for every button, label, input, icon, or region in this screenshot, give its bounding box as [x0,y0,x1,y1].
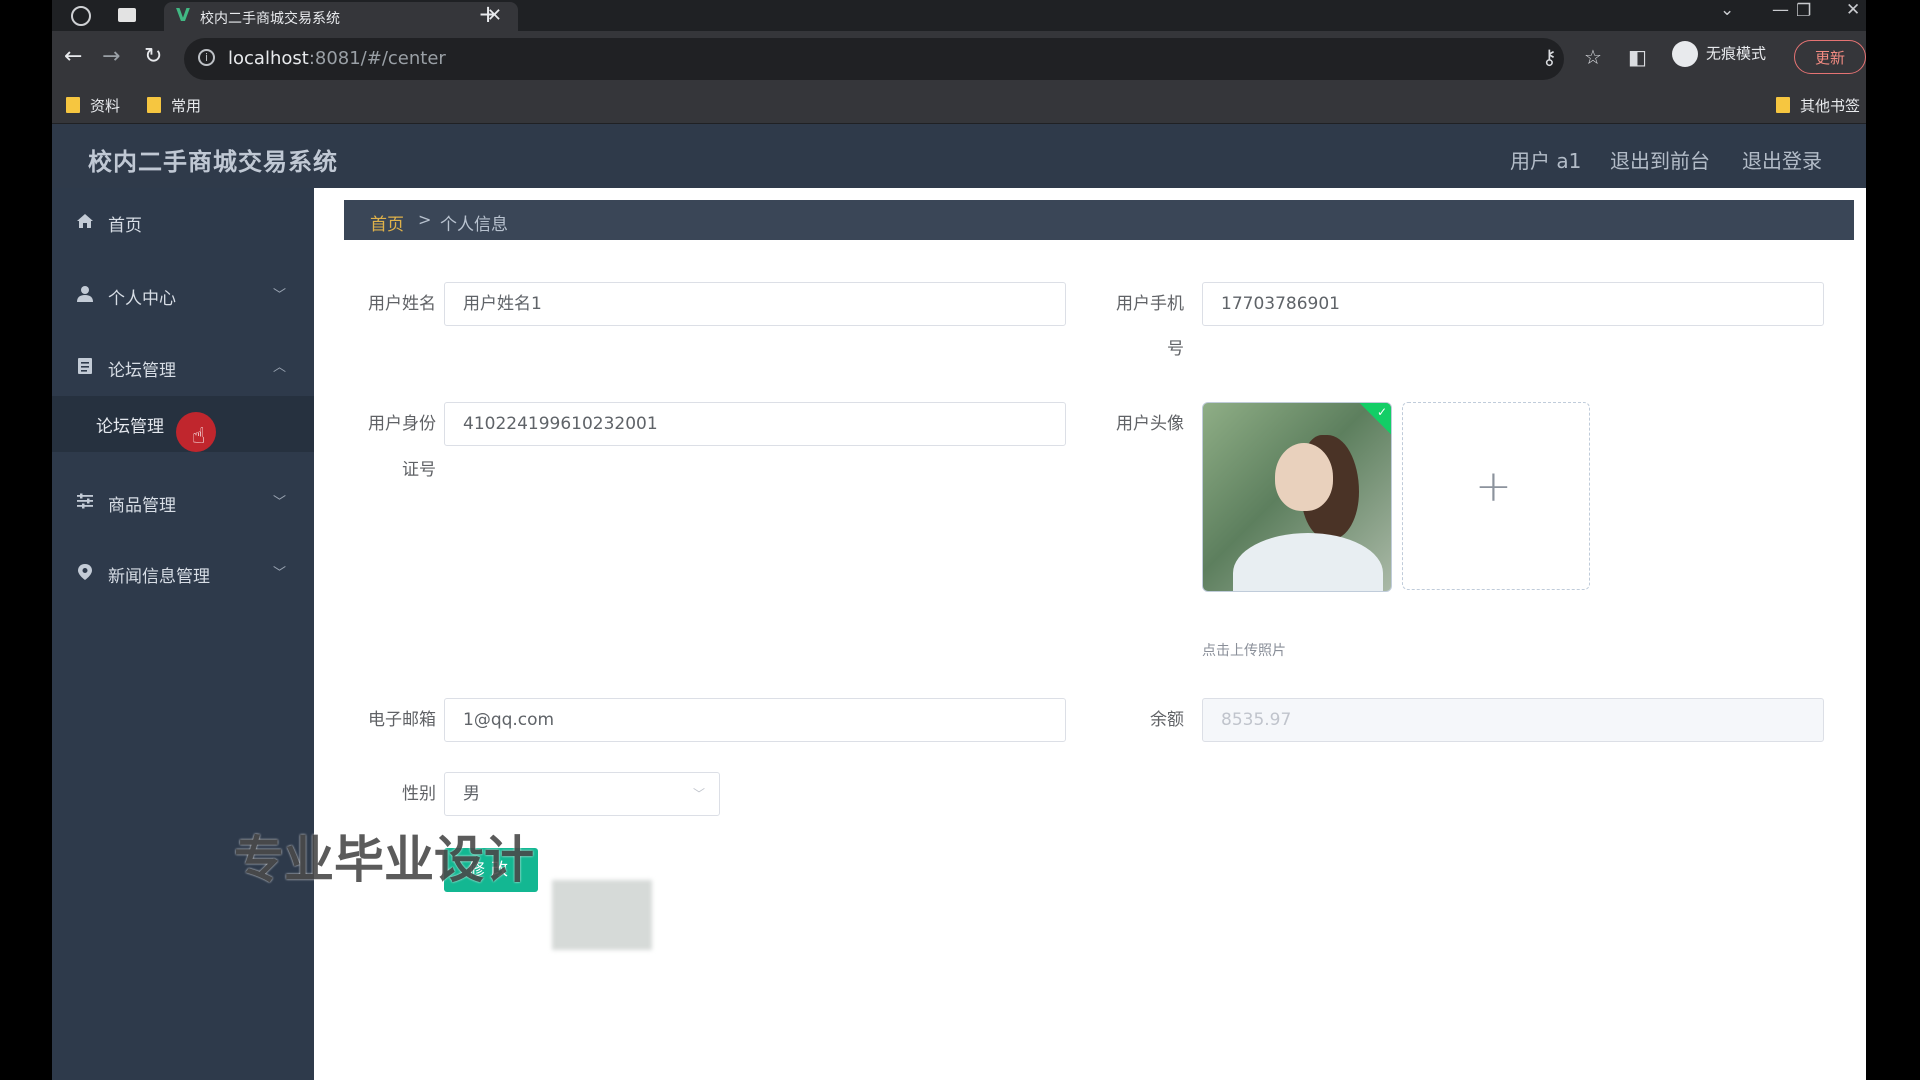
app-title: 校内二手商城交易系统 [88,148,338,176]
incognito-icon [1672,41,1698,67]
sidebar-item-news[interactable]: 新闻信息管理 ﹀ [52,549,314,599]
blurred-overlay [552,880,652,950]
phone-label-cont: 号 [1167,339,1184,359]
bookmarks-bar: 资料 常用 其他书签 [52,87,1866,124]
other-bookmarks[interactable]: 其他书签 [1776,95,1860,116]
bookmark-folder-changyong[interactable]: 常用 [147,95,201,116]
sidebar-item-label: 论坛管理 [108,361,176,381]
sidebar-item-forum[interactable]: 论坛管理 ︿ [52,343,314,393]
restore-icon[interactable]: ❐ [1796,1,1811,21]
incognito-indicator[interactable]: 无痕模式 [1672,41,1766,67]
breadcrumb: 首页 > 个人信息 [344,200,1854,240]
breadcrumb-home[interactable]: 首页 [370,210,404,235]
check-icon: ✓ [1376,405,1387,419]
main-content: 首页 > 个人信息 用户姓名 用户姓名1 用户手机 号 17703786901 … [314,188,1866,1080]
avatar-label: 用户头像 [1116,414,1184,434]
address-bar: ← → ↻ i localhost:8081/#/center ⚷ ☆ ◧ 无痕… [52,31,1866,87]
balance-field: 8535.97 [1202,698,1824,742]
name-field[interactable]: 用户姓名1 [444,282,1066,326]
gender-value: 男 [463,784,480,804]
submenu-item-label: 论坛管理 [96,417,164,437]
location-pin-icon [78,564,92,580]
chevron-up-icon: ︿ [272,360,286,375]
logout-link[interactable]: 退出登录 [1742,145,1822,174]
id-card-field[interactable]: 410224199610232001 [444,402,1066,446]
update-button[interactable]: 更新 [1794,40,1866,74]
id-card-label-cont: 证号 [402,460,436,480]
email-field[interactable]: 1@qq.com [444,698,1066,742]
browser-window: V 校内二手商城交易系统 ✕ + ⌄ — ❐ ✕ ← → ↻ i localho… [52,0,1866,1080]
vue-favicon-icon: V [176,5,190,26]
window-close-icon[interactable]: ✕ [1846,0,1860,20]
avatar-shoulders [1233,533,1383,591]
folder-icon [1776,97,1790,113]
sidebar-item-label: 首页 [108,216,142,236]
gender-label: 性别 [402,784,436,804]
user-icon [77,286,93,302]
back-to-frontend-link[interactable]: 退出到前台 [1610,145,1710,174]
sidebar-item-personal-center[interactable]: 个人中心 ﹀ [52,271,314,321]
folder-icon [66,97,80,113]
sidebar-item-home[interactable]: 首页 [52,198,314,248]
folder-icon [147,97,161,113]
sidebar-item-label: 商品管理 [108,496,176,516]
name-label: 用户姓名 [368,294,436,314]
watermark-text: 专业毕业设计 [234,831,534,889]
avatar-face [1275,443,1333,511]
app-header: 校内二手商城交易系统 用户 a1 退出到前台 退出登录 [52,124,1866,188]
avatar-upload-button[interactable]: + [1402,402,1590,590]
plus-icon: + [1475,461,1512,512]
upload-success-badge [1358,403,1391,437]
app-root: 校内二手商城交易系统 用户 a1 退出到前台 退出登录 首页 个人中心 ﹀ 论坛… [52,124,1866,1080]
breadcrumb-separator: > [418,210,432,229]
sidebar-item-label: 个人中心 [108,289,176,309]
sidebar-item-label: 新闻信息管理 [108,567,210,587]
active-tab[interactable]: V 校内二手商城交易系统 ✕ [164,2,518,31]
minimize-icon[interactable]: — [1772,0,1789,20]
breadcrumb-current: 个人信息 [440,215,508,235]
gender-select[interactable]: 男 ﹀ [444,772,720,816]
hand-cursor-icon: ☝ [192,424,206,449]
site-info-icon[interactable]: i [198,49,215,66]
sliders-icon [77,493,93,509]
submenu-item-forum[interactable]: 论坛管理 ☝ [52,396,314,452]
side-panel-icon[interactable]: ◧ [1628,45,1647,69]
current-user-link[interactable]: 用户 a1 [1510,145,1581,174]
balance-label: 余额 [1150,710,1184,730]
tab-groups-icon[interactable] [118,8,136,22]
forward-icon[interactable]: → [102,44,120,69]
password-key-icon[interactable]: ⚷ [1542,45,1557,69]
tab-strip: V 校内二手商城交易系统 ✕ + ⌄ — ❐ ✕ [52,0,1866,31]
chevron-down-icon: ﹀ [272,566,286,581]
phone-label: 用户手机 [1116,294,1184,314]
chevron-down-icon: ﹀ [272,288,286,303]
id-card-label: 用户身份 [368,414,436,434]
new-tab-icon[interactable]: + [478,0,498,28]
email-label: 电子邮箱 [368,710,436,730]
omnibox[interactable]: i localhost:8081/#/center [184,38,1564,80]
tab-title: 校内二手商城交易系统 [200,11,340,27]
chevron-down-icon: ﹀ [692,787,705,801]
document-icon [78,358,92,374]
upload-hint: 点击上传照片 [1202,643,1286,659]
sidebar: 首页 个人中心 ﹀ 论坛管理 ︿ 论坛管理 ☝ 商品管理 ﹀ 新闻信息管理 ﹀ [52,188,314,1080]
url-text[interactable]: localhost:8081/#/center [228,48,446,69]
back-icon[interactable]: ← [64,44,82,69]
home-icon [77,214,93,228]
browser-logo-icon [71,6,91,26]
reload-icon[interactable]: ↻ [144,44,162,69]
tab-search-icon[interactable]: ⌄ [1720,0,1734,20]
sidebar-item-products[interactable]: 商品管理 ﹀ [52,478,314,528]
chevron-down-icon: ﹀ [272,495,286,510]
avatar-image[interactable]: ✓ [1202,402,1392,592]
phone-field[interactable]: 17703786901 [1202,282,1824,326]
bookmark-star-icon[interactable]: ☆ [1584,45,1602,69]
bookmark-folder-ziliao[interactable]: 资料 [66,95,120,116]
